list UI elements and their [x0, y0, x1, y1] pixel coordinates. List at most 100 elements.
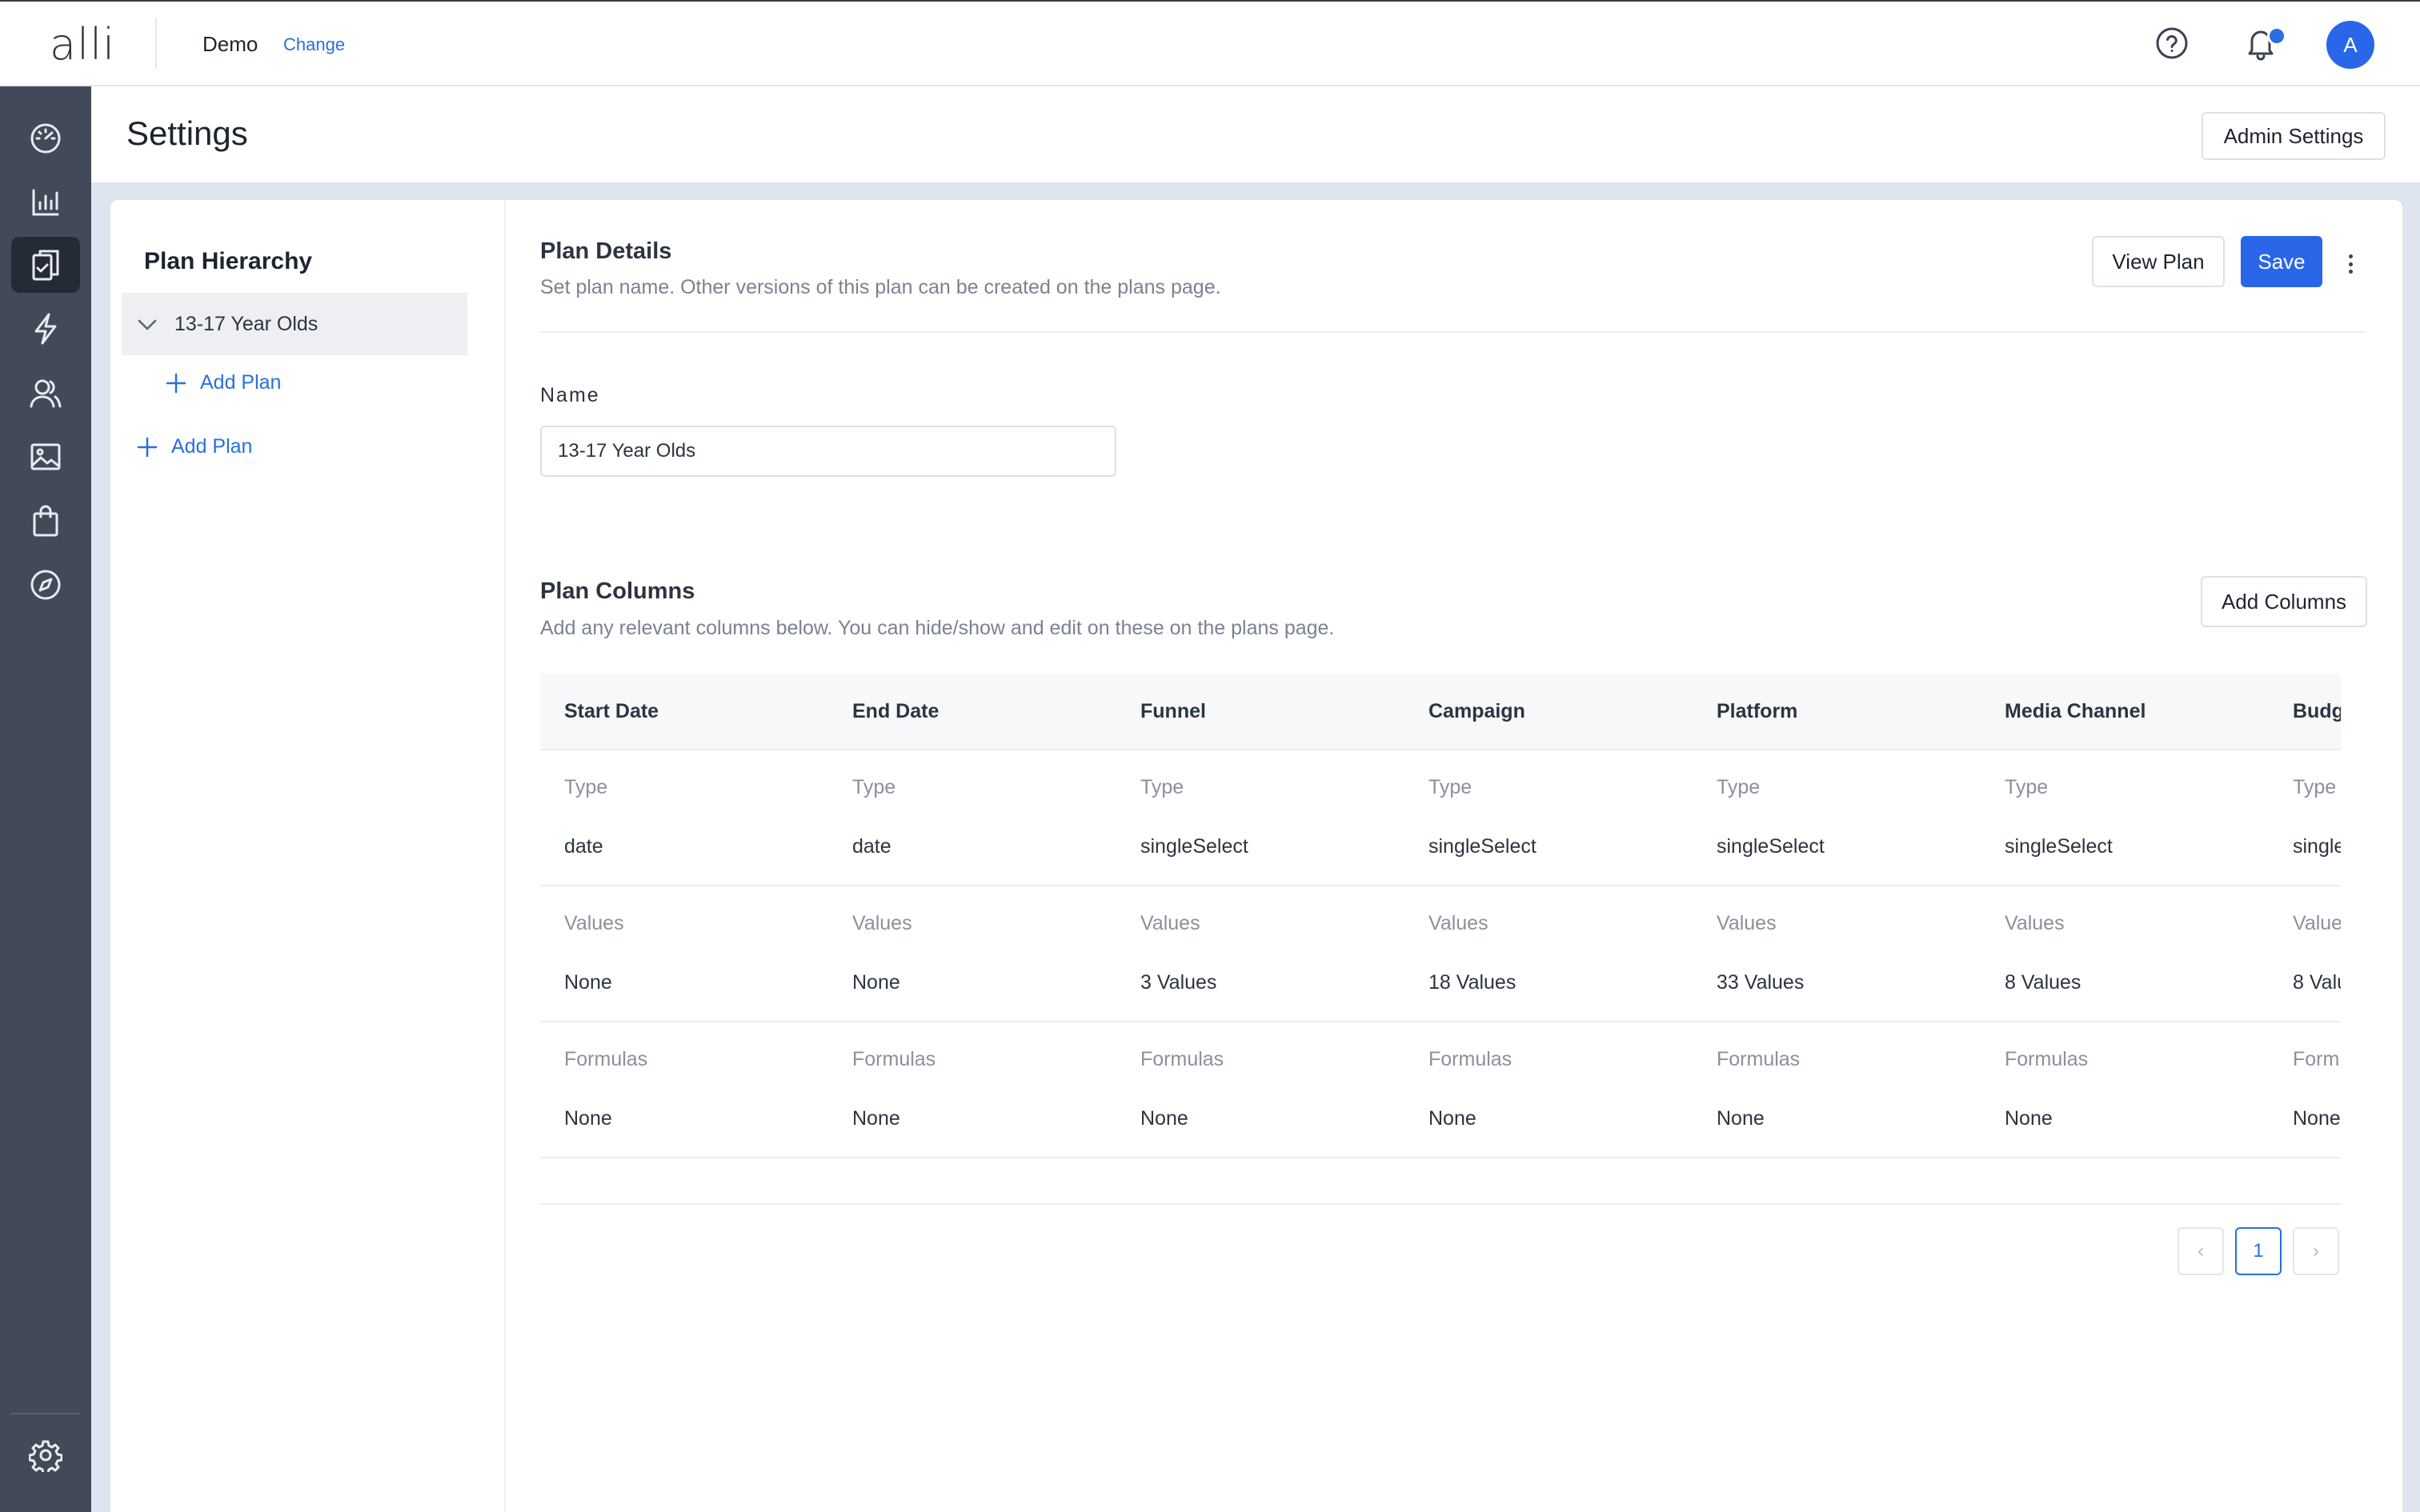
plan-columns-title: Plan Columns: [540, 578, 695, 604]
bar-chart-icon: [32, 189, 59, 216]
cell-label: Values: [1428, 912, 1488, 934]
cell-label: Formulas: [564, 1048, 648, 1070]
cell-label: Type: [564, 776, 608, 798]
top-divider: [155, 18, 157, 69]
cell-value: singleSelect: [1717, 835, 1825, 858]
nav-commerce[interactable]: [11, 493, 80, 549]
view-plan-button[interactable]: View Plan: [2092, 236, 2225, 287]
column-header[interactable]: Funnel: [1140, 700, 1206, 723]
table-row-values: Values Values Values Values Values Value…: [540, 886, 2341, 1022]
cell-value: None: [564, 971, 612, 994]
values-link[interactable]: 8 Values: [2293, 971, 2341, 994]
plus-icon: [137, 437, 158, 457]
column-header[interactable]: Platform: [1717, 700, 1797, 723]
cell-value: singleSelect: [2293, 835, 2341, 858]
shopping-bag-icon: [33, 505, 58, 537]
change-org-link[interactable]: Change: [283, 34, 345, 55]
cell-value: None: [852, 1107, 900, 1130]
app-logo[interactable]: alli: [50, 19, 115, 70]
values-link[interactable]: 8 Values: [2005, 971, 2081, 994]
nav-creative[interactable]: [11, 429, 80, 485]
cell-label: Formulas: [2293, 1048, 2341, 1070]
more-options-icon[interactable]: [2342, 250, 2359, 278]
cell-label: Formulas: [1140, 1048, 1224, 1070]
plan-details-description: Set plan name. Other versions of this pl…: [540, 276, 1221, 298]
clipboard-check-icon: [32, 250, 59, 281]
plan-columns-description: Add any relevant columns below. You can …: [540, 617, 1335, 639]
cell-label: Type: [1428, 776, 1472, 798]
cell-value: date: [564, 835, 603, 858]
plus-icon: [166, 373, 186, 393]
cell-label: Values: [564, 912, 624, 934]
table-row-type: Type Type Type Type Type Type Type date …: [540, 750, 2341, 886]
gear-icon: [29, 1440, 62, 1472]
table-footer-divider: [540, 1203, 2341, 1205]
org-name: Demo: [202, 32, 258, 56]
values-link[interactable]: 18 Values: [1428, 971, 1516, 994]
cell-label: Formulas: [852, 1048, 936, 1070]
nav-plans[interactable]: [11, 237, 80, 293]
save-button[interactable]: Save: [2241, 236, 2322, 287]
pagination-next-button[interactable]: ›: [2293, 1227, 2339, 1275]
column-header[interactable]: Campaign: [1428, 700, 1525, 723]
nav-audiences[interactable]: [11, 365, 80, 421]
values-link[interactable]: 33 Values: [1717, 971, 1804, 994]
cell-label: Values: [1140, 912, 1200, 934]
cell-label: Values: [852, 912, 912, 934]
cell-value: None: [1428, 1107, 1476, 1130]
column-header[interactable]: Start Date: [564, 700, 659, 723]
section-divider: [540, 331, 2366, 333]
cell-value: None: [2293, 1107, 2341, 1130]
add-child-plan-button[interactable]: Add Plan: [165, 371, 281, 394]
card-divider: [504, 200, 506, 1512]
column-header[interactable]: End Date: [852, 700, 939, 723]
nav-explore[interactable]: [11, 557, 80, 613]
add-root-plan-button[interactable]: Add Plan: [136, 435, 252, 458]
cell-value: None: [1717, 1107, 1765, 1130]
chevron-down-icon[interactable]: [136, 314, 158, 340]
add-plan-label: Add Plan: [171, 435, 253, 458]
avatar[interactable]: A: [2326, 21, 2374, 69]
compass-icon: [30, 570, 61, 600]
image-icon: [30, 443, 61, 470]
top-bar: alli Demo Change A: [0, 0, 2420, 86]
plan-columns-table: Start Date End Date Funnel Campaign Plat…: [540, 674, 2341, 1170]
page-title: Settings: [126, 114, 248, 152]
add-plan-label: Add Plan: [200, 371, 282, 394]
cell-value: singleSelect: [1140, 835, 1248, 858]
lightning-icon: [34, 313, 57, 345]
audience-icon: [30, 379, 62, 408]
pagination-prev-button[interactable]: ‹: [2178, 1227, 2224, 1275]
table-header: Start Date End Date Funnel Campaign Plat…: [540, 674, 2341, 750]
nav-reports[interactable]: [11, 174, 80, 230]
nav-settings[interactable]: [11, 1427, 80, 1483]
cell-value: None: [852, 971, 900, 994]
notification-badge: [2267, 26, 2286, 46]
admin-settings-button[interactable]: Admin Settings: [2202, 112, 2386, 160]
cell-value: date: [852, 835, 891, 858]
cell-value: None: [2005, 1107, 2053, 1130]
nav-automation[interactable]: [11, 301, 80, 357]
name-label: Name: [540, 384, 600, 406]
cell-value: singleSelect: [1428, 835, 1537, 858]
cell-label: Type: [2005, 776, 2049, 798]
plan-name-input[interactable]: [540, 426, 1116, 477]
side-nav: [0, 86, 91, 1512]
pagination-page-1[interactable]: 1: [2235, 1227, 2282, 1275]
speedometer-icon: [30, 123, 61, 154]
nav-dashboard[interactable]: [11, 110, 80, 166]
page-header: Settings Admin Settings: [91, 86, 2420, 182]
help-circle-icon[interactable]: [2153, 24, 2191, 62]
hierarchy-item-root[interactable]: 13-17 Year Olds: [122, 293, 467, 355]
column-header[interactable]: Media Channel: [2005, 700, 2146, 723]
cell-label: Values: [1717, 912, 1777, 934]
plan-details-title: Plan Details: [540, 238, 672, 264]
cell-value: None: [564, 1107, 612, 1130]
plan-hierarchy-title: Plan Hierarchy: [144, 248, 313, 274]
column-header[interactable]: Budget: [2293, 700, 2341, 723]
nav-divider: [11, 1413, 80, 1414]
values-link[interactable]: 3 Values: [1140, 971, 1216, 994]
cell-value: singleSelect: [2005, 835, 2113, 858]
add-columns-button[interactable]: Add Columns: [2201, 576, 2367, 627]
cell-label: Formulas: [2005, 1048, 2089, 1070]
